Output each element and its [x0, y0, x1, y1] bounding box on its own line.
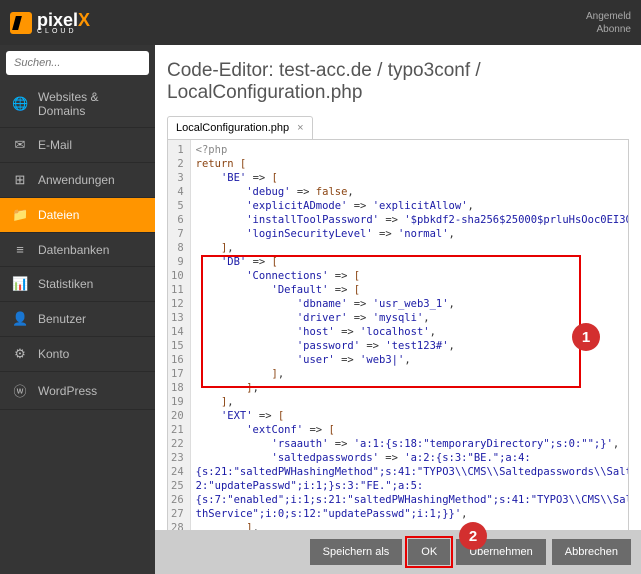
brand-text: pixel: [37, 10, 78, 30]
menu-icon: 🌐: [12, 96, 28, 112]
menu-label: Konto: [38, 347, 69, 361]
menu-icon: ✉: [12, 137, 28, 153]
sidebar-item-7[interactable]: ⚙ Konto: [0, 337, 155, 372]
menu-icon: ⊞: [12, 172, 28, 188]
menu-label: Dateien: [38, 208, 79, 222]
footer-buttons: Speichern als OK Übernehmen Abbrechen: [155, 530, 641, 574]
header-status: Angemeld Abonne: [586, 10, 631, 36]
sidebar-item-8[interactable]: ⓦ WordPress: [0, 372, 155, 410]
cancel-button[interactable]: Abbrechen: [552, 539, 631, 565]
save-as-button[interactable]: Speichern als: [310, 539, 403, 565]
logo-icon: [10, 12, 32, 34]
menu-label: Datenbanken: [38, 243, 109, 257]
code-editor[interactable]: 1234567891011121314151617181920212223242…: [167, 139, 629, 537]
sidebar-item-5[interactable]: 📊 Statistiken: [0, 267, 155, 302]
menu-label: WordPress: [38, 384, 97, 398]
tab-label: LocalConfiguration.php: [176, 122, 289, 134]
main-content: Code-Editor: test-acc.de / typo3conf / L…: [155, 45, 641, 574]
sidebar: 🔍 🌐 Websites & Domains ✉ E-Mail ⊞ Anwendungen…: [0, 45, 155, 574]
search-box[interactable]: 🔍: [6, 51, 149, 75]
menu-icon: 📊: [12, 276, 28, 292]
sidebar-item-0[interactable]: 🌐 Websites & Domains: [0, 81, 155, 128]
search-input[interactable]: [14, 57, 157, 69]
menu-icon: 📁: [12, 207, 28, 223]
menu-label: Anwendungen: [38, 173, 115, 187]
editor-tab[interactable]: LocalConfiguration.php ×: [167, 116, 313, 139]
sidebar-item-2[interactable]: ⊞ Anwendungen: [0, 163, 155, 198]
menu-label: Statistiken: [38, 277, 93, 291]
ok-button[interactable]: OK: [408, 539, 450, 565]
sidebar-item-6[interactable]: 👤 Benutzer: [0, 302, 155, 337]
line-gutter: 1234567891011121314151617181920212223242…: [168, 140, 191, 536]
logo: pixelX CLOUD: [10, 10, 90, 35]
sidebar-menu: 🌐 Websites & Domains ✉ E-Mail ⊞ Anwendungen 📁 D…: [0, 81, 155, 410]
brand-x: X: [78, 10, 90, 30]
menu-icon: ≡: [12, 242, 28, 257]
code-area[interactable]: <?phpreturn [ 'BE' => [ 'debug' => false…: [191, 140, 629, 536]
sidebar-item-4[interactable]: ≡ Datenbanken: [0, 233, 155, 267]
menu-label: E-Mail: [38, 138, 72, 152]
page-title: Code-Editor: test-acc.de / typo3conf / L…: [167, 60, 629, 104]
close-icon[interactable]: ×: [297, 122, 303, 134]
menu-label: Websites & Domains: [38, 90, 143, 118]
sidebar-item-3[interactable]: 📁 Dateien: [0, 198, 155, 233]
app-header: pixelX CLOUD Angemeld Abonne: [0, 0, 641, 45]
menu-icon: ⓦ: [12, 381, 28, 400]
menu-icon: ⚙: [12, 346, 28, 362]
apply-button[interactable]: Übernehmen: [456, 539, 546, 565]
menu-label: Benutzer: [38, 312, 86, 326]
sidebar-item-1[interactable]: ✉ E-Mail: [0, 128, 155, 163]
menu-icon: 👤: [12, 311, 28, 327]
